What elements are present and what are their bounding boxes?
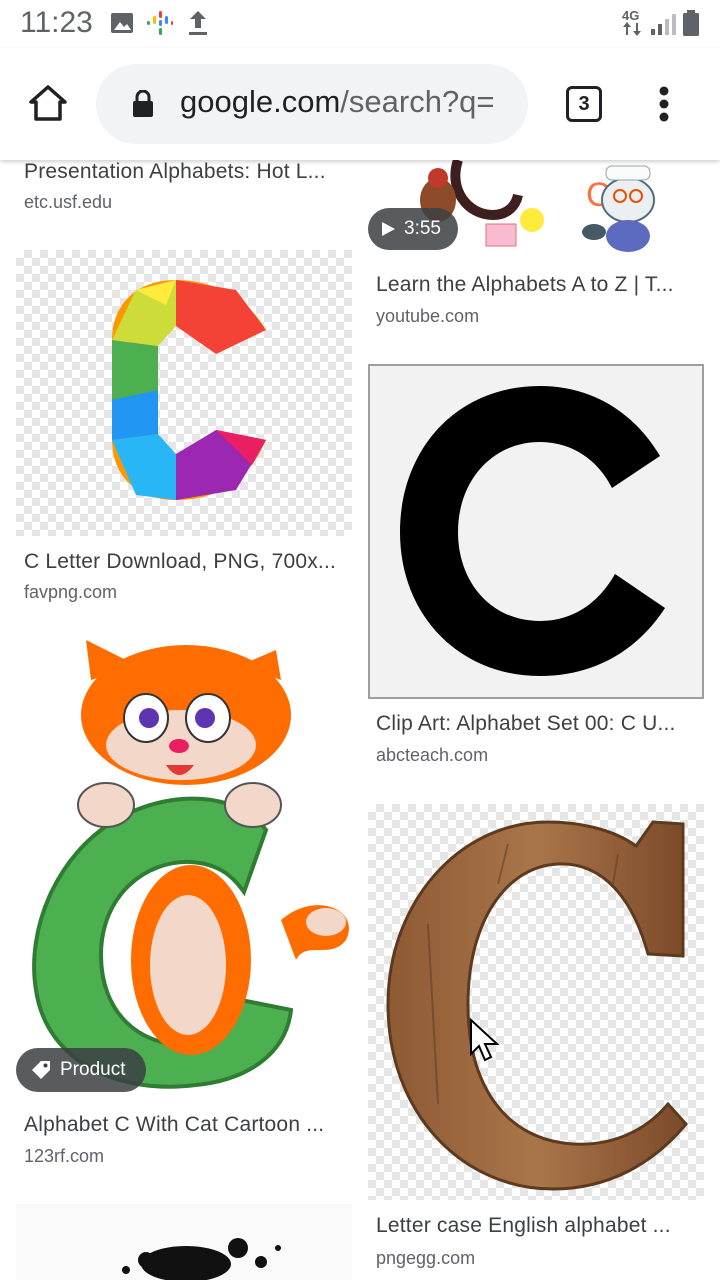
results-column-left: Presentation Alphabets: Hot L... etc.usf… [16, 160, 352, 1280]
network-type: 4G [622, 8, 640, 23]
result-title[interactable]: Learn the Alphabets A to Z | T... [376, 273, 698, 297]
result-title[interactable]: C Letter Download, PNG, 700x... [24, 550, 346, 574]
tag-icon [32, 1061, 50, 1079]
mouse-cursor-icon [470, 1018, 500, 1062]
badge-label: Product [60, 1059, 126, 1080]
browser-toolbar: google.com/search?q= 3 [0, 48, 720, 160]
result-thumbnail[interactable]: C 3:55 [368, 160, 704, 260]
result-title[interactable]: Letter case English alphabet ... [376, 1214, 698, 1238]
results-column-right: C 3:55 Learn the Alphabets A to Z | T...… [368, 160, 704, 1280]
result-title[interactable]: Alphabet C With Cat Cartoon ... [24, 1113, 346, 1137]
result-source: abcteach.com [376, 745, 489, 765]
result-thumbnail[interactable]: Product [16, 640, 352, 1098]
gallery-icon [111, 13, 133, 33]
video-duration-badge: 3:55 [368, 208, 458, 250]
result-thumbnail[interactable] [368, 804, 704, 1200]
image-result[interactable]: Clip Art: Alphabet Set 00: C U... abctea… [368, 364, 704, 774]
url-path: /search?q= [340, 84, 495, 119]
status-bar: 11:23 4G [0, 0, 720, 48]
cat-on-letter-c-image [32, 640, 349, 1089]
product-badge: Product [16, 1048, 146, 1092]
image-result[interactable]: Letter case English alphabet ... pngegg.… [368, 804, 704, 1274]
address-bar[interactable]: google.com/search?q= [96, 64, 528, 144]
upload-icon [189, 11, 207, 35]
home-icon[interactable] [28, 84, 68, 122]
result-source: youtube.com [376, 306, 480, 326]
image-result[interactable]: C 3:55 Learn the Alphabets A to Z | T...… [368, 160, 704, 340]
result-source: etc.usf.edu [24, 192, 113, 212]
letter-c-polygon-image [112, 280, 266, 500]
result-title[interactable]: Clip Art: Alphabet Set 00: C U... [376, 712, 698, 736]
status-time: 11:23 [20, 6, 93, 39]
wooden-letter-c-image [386, 820, 688, 1191]
data-arrows-icon [623, 22, 641, 36]
more-options-icon[interactable] [654, 86, 674, 122]
image-result[interactable]: C Letter Download, PNG, 700x... favpng.c… [16, 250, 352, 620]
url-text[interactable]: google.com/search?q= [180, 84, 495, 120]
video-duration: 3:55 [404, 218, 441, 239]
result-source: pngegg.com [376, 1248, 476, 1268]
url-host: google.com [180, 84, 341, 119]
tab-switcher-button[interactable]: 3 [566, 86, 602, 122]
result-source: 123rf.com [24, 1146, 105, 1166]
battery-icon [683, 10, 699, 36]
lock-icon[interactable] [132, 90, 154, 118]
podcasts-icon [147, 11, 173, 35]
play-icon [382, 222, 395, 236]
image-result[interactable]: Product Alphabet C With Cat Cartoon ... … [16, 640, 352, 1170]
image-result[interactable]: Presentation Alphabets: Hot L... etc.usf… [16, 160, 352, 230]
result-source: favpng.com [24, 582, 118, 602]
black-letter-c-image [400, 386, 665, 676]
result-title[interactable]: Presentation Alphabets: Hot L... [24, 160, 346, 184]
signal-icon [651, 14, 676, 35]
result-thumbnail[interactable] [16, 250, 352, 536]
image-result[interactable] [16, 1204, 352, 1280]
result-thumbnail[interactable] [368, 364, 704, 699]
ink-splatter-image [122, 1238, 281, 1280]
